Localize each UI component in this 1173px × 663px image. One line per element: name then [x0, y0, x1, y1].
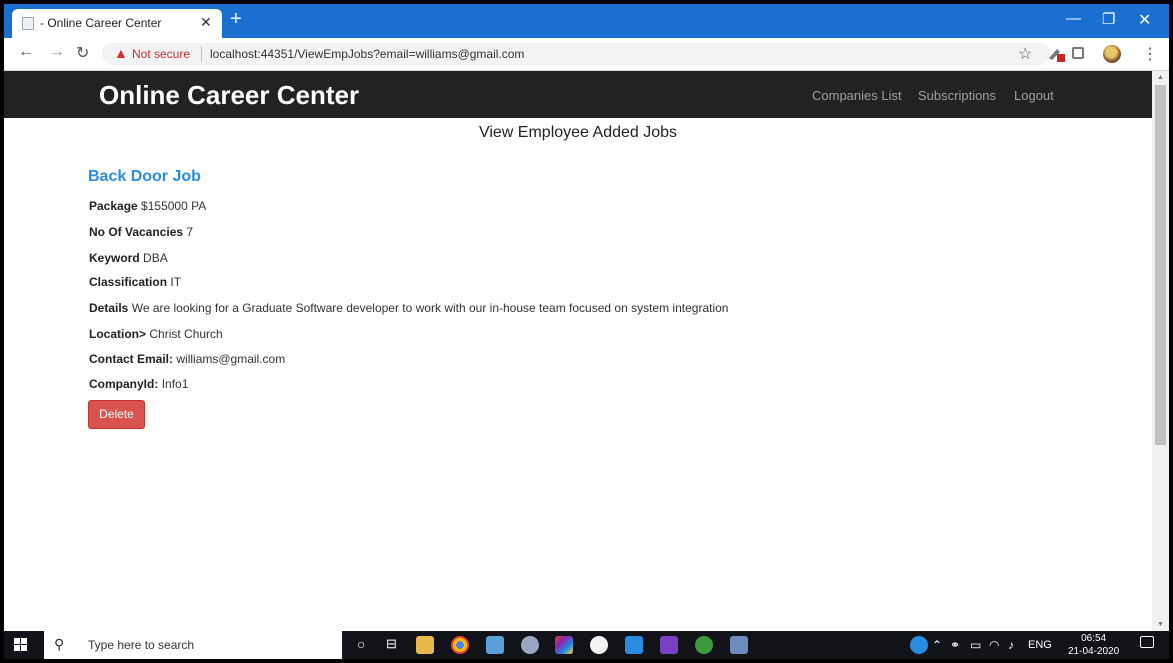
- divider: [201, 46, 202, 62]
- job-field-company-id: CompanyId: Info1: [89, 377, 188, 391]
- field-value: We are looking for a Graduate Software d…: [131, 301, 729, 315]
- page-scrollbar[interactable]: ▲ ▼: [1152, 71, 1169, 631]
- clock-time: 06:54: [1081, 633, 1107, 644]
- field-label: Location>: [89, 327, 147, 341]
- paint-3d-icon[interactable]: [555, 636, 573, 654]
- nav-companies-list[interactable]: Companies List: [812, 88, 902, 103]
- wifi-icon[interactable]: ◠: [989, 638, 999, 652]
- field-value: Info1: [161, 377, 189, 391]
- not-secure-label[interactable]: Not secure: [132, 47, 190, 61]
- visual-studio-icon[interactable]: [660, 636, 678, 654]
- chrome-icon[interactable]: [451, 636, 469, 654]
- close-window-icon[interactable]: ✕: [1138, 10, 1151, 30]
- file-explorer-icon[interactable]: [416, 636, 434, 654]
- page-icon: [22, 17, 34, 30]
- scroll-thumb[interactable]: [1155, 85, 1166, 445]
- browser-tab[interactable]: - Online Career Center ✕: [12, 9, 222, 38]
- field-label: No Of Vacancies: [89, 225, 184, 239]
- forward-icon[interactable]: →: [49, 43, 65, 61]
- job-field-keyword: Keyword DBA: [89, 251, 168, 265]
- job-field-package: Package $155000 PA: [89, 199, 206, 213]
- taskbar: ⚲ Type here to search ○ ⊟ ⌃ ⚭ ▭ ◠ ♪ ENG …: [4, 631, 1169, 659]
- field-value: $155000 PA: [141, 199, 207, 213]
- volume-icon[interactable]: ♪: [1008, 638, 1014, 652]
- job-field-contact-email: Contact Email: williams@gmail.com: [89, 352, 285, 366]
- windows-start-icon[interactable]: [14, 638, 28, 652]
- browser-window: - Online Career Center ✕ + — ❐ ✕ ← → ↻ ▲…: [4, 4, 1169, 659]
- system-clock[interactable]: 06:54 21-04-2020: [1068, 632, 1119, 658]
- delete-button[interactable]: Delete: [88, 400, 145, 429]
- field-label: Details: [89, 301, 129, 315]
- scroll-down-icon[interactable]: ▼: [1157, 621, 1164, 628]
- battery-icon[interactable]: ▭: [970, 638, 981, 652]
- profile-avatar[interactable]: [1103, 45, 1121, 63]
- search-placeholder: Type here to search: [88, 638, 195, 652]
- task-view-icon[interactable]: ⊟: [386, 636, 397, 652]
- reload-icon[interactable]: ↻: [76, 43, 89, 63]
- notes-app-icon[interactable]: [730, 636, 748, 654]
- warning-icon: ▲: [114, 45, 128, 61]
- menu-icon[interactable]: ⋮: [1142, 44, 1158, 64]
- address-bar[interactable]: ▲ Not secure localhost:44351/ViewEmpJobs…: [102, 43, 1050, 65]
- page-title: View Employee Added Jobs: [478, 124, 678, 141]
- vscode-icon[interactable]: [625, 636, 643, 654]
- new-tab-button[interactable]: +: [230, 9, 242, 29]
- field-value: DBA: [143, 251, 168, 265]
- restore-icon[interactable]: ❐: [1102, 10, 1115, 28]
- cortana-icon[interactable]: ○: [357, 636, 365, 652]
- scroll-up-icon[interactable]: ▲: [1157, 74, 1164, 81]
- tab-strip: - Online Career Center ✕ + — ❐ ✕: [4, 4, 1169, 38]
- clock-date: 21-04-2020: [1068, 646, 1120, 657]
- field-label: CompanyId:: [89, 377, 159, 391]
- bookmark-star-icon[interactable]: ☆: [1018, 44, 1032, 64]
- field-value: 7: [186, 225, 194, 239]
- snipping-tool-icon[interactable]: [486, 636, 504, 654]
- language-indicator[interactable]: ENG: [1028, 639, 1052, 651]
- job-field-details: Details We are looking for a Graduate So…: [89, 301, 728, 315]
- taskbar-search[interactable]: ⚲ Type here to search: [44, 631, 342, 659]
- nav-logout[interactable]: Logout: [1014, 88, 1054, 103]
- network-icon[interactable]: ⚭: [950, 638, 960, 652]
- job-field-classification: Classification IT: [89, 275, 181, 289]
- help-icon[interactable]: [910, 636, 928, 654]
- field-label: Contact Email:: [89, 352, 174, 366]
- smiley-app-icon[interactable]: [590, 636, 608, 654]
- field-label: Classification: [89, 275, 168, 289]
- field-label: Package: [89, 199, 138, 213]
- search-icon: ⚲: [54, 636, 65, 652]
- tab-title: - Online Career Center: [40, 16, 162, 30]
- field-label: Keyword: [89, 251, 140, 265]
- job-field-vacancies: No Of Vacancies 7: [89, 225, 193, 239]
- site-brand[interactable]: Online Career Center: [99, 80, 359, 111]
- url-text[interactable]: localhost:44351/ViewEmpJobs?email=willia…: [210, 47, 524, 61]
- browser-toolbar: ← → ↻ ▲ Not secure localhost:44351/ViewE…: [4, 38, 1169, 71]
- close-tab-icon[interactable]: ✕: [200, 14, 212, 31]
- job-title: Back Door Job: [88, 168, 201, 185]
- chevron-up-icon[interactable]: ⌃: [932, 638, 942, 652]
- job-field-location: Location> Christ Church: [89, 327, 223, 341]
- notifications-icon[interactable]: [1140, 636, 1154, 648]
- field-value: Christ Church: [149, 327, 223, 341]
- nodejs-icon[interactable]: [695, 636, 713, 654]
- minimize-icon[interactable]: —: [1066, 10, 1081, 27]
- site-navbar: Online Career Center Companies List Subs…: [4, 71, 1152, 118]
- extension-icon[interactable]: [1047, 46, 1065, 62]
- field-value: IT: [170, 275, 182, 289]
- nav-subscriptions[interactable]: Subscriptions: [918, 88, 996, 103]
- cast-icon[interactable]: [1072, 47, 1084, 59]
- paint-icon[interactable]: [521, 636, 539, 654]
- page-content: Online Career Center Companies List Subs…: [4, 71, 1152, 631]
- back-icon[interactable]: ←: [18, 43, 34, 61]
- field-value: williams@gmail.com: [176, 352, 286, 366]
